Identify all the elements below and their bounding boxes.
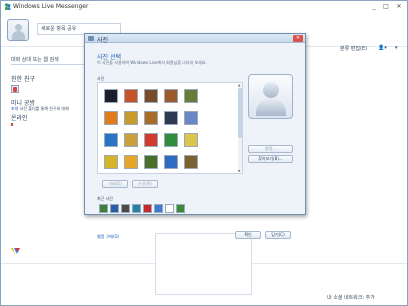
browse-button[interactable]: 찾아보기(B)... <box>248 155 293 163</box>
social-network-label[interactable]: 내 소셜 네트워크: 추가 <box>327 294 375 301</box>
picture-tile[interactable] <box>144 89 158 103</box>
dialog-description: 이 사진을 사용하여 Windows Live에서 회원님을 나타내 보세요. <box>97 60 207 65</box>
picture-tile[interactable] <box>164 111 178 125</box>
menu-dropdown-icon[interactable]: ▾ <box>395 45 398 51</box>
picture-tile[interactable] <box>104 155 118 169</box>
avatar[interactable] <box>7 19 29 41</box>
window-title: Windows Live Messenger <box>13 3 89 10</box>
dialog-title-bar: 사진 ✕ <box>85 34 305 44</box>
recent-picture-tile[interactable] <box>143 204 152 213</box>
picture-tile[interactable] <box>124 133 138 147</box>
dialog-title: 사진 <box>97 37 109 44</box>
recent-picture-tile[interactable] <box>99 204 108 213</box>
group-close-friends[interactable]: 친한 친구 <box>11 74 35 83</box>
picture-tile[interactable] <box>104 89 118 103</box>
picture-tile[interactable] <box>164 133 178 147</box>
close-button[interactable]: ✕ <box>393 2 405 11</box>
picture-tile[interactable] <box>124 89 138 103</box>
cancel-button[interactable]: 닫기(C) <box>265 231 291 239</box>
recent-picture-tile[interactable] <box>110 204 119 213</box>
scroll-down-icon[interactable]: ▼ <box>238 169 240 173</box>
webcam-button[interactable]: 웹캠... <box>248 145 293 153</box>
online-indicator <box>11 123 13 126</box>
recent-picture-tile[interactable] <box>154 204 163 213</box>
status-bar: 내 소셜 네트워크: 추가 <box>1 289 407 305</box>
search-underline <box>11 64 95 65</box>
picture-tile[interactable] <box>104 133 118 147</box>
invite-text: 초대 사진 폴더를 통해 친구와 대화 <box>11 106 69 112</box>
title-bar: Windows Live Messenger _ □ ✕ <box>1 1 407 12</box>
invite-link[interactable]: 초대 <box>11 106 18 111</box>
grid-scrollbar-thumb[interactable] <box>238 88 242 138</box>
ok-button[interactable]: 확인 <box>235 231 261 239</box>
recent-picture-tile[interactable] <box>176 204 185 213</box>
preview-head <box>263 82 279 98</box>
picture-tile[interactable] <box>104 111 118 125</box>
profile-area: 새로운 항목 공유 <box>7 19 121 41</box>
msn-logo-icon <box>11 248 20 254</box>
delete-button[interactable]: 삭제(D) <box>102 180 128 188</box>
maximize-button[interactable]: □ <box>381 2 391 11</box>
picture-tile[interactable] <box>184 155 198 169</box>
edit-button[interactable]: 수정(M) <box>132 180 158 188</box>
search-input[interactable]: 대화 상대 또는 웹 검색 <box>11 56 59 63</box>
picture-dialog: 사진 ✕ 사진 선택 이 사진을 사용하여 Windows Live에서 회원님… <box>84 33 306 239</box>
picture-tile[interactable] <box>184 89 198 103</box>
picture-preview <box>248 74 293 119</box>
recent-picture-tile[interactable] <box>132 204 141 213</box>
recent-picture-tile[interactable] <box>121 204 130 213</box>
contact-icon-mark <box>13 87 17 92</box>
picture-tile[interactable] <box>124 155 138 169</box>
avatar-body <box>12 31 25 40</box>
picture-tile[interactable] <box>124 111 138 125</box>
invite-description: 사진 폴더를 통해 친구와 대화 <box>19 106 69 111</box>
picture-tile[interactable] <box>144 155 158 169</box>
scroll-up-icon[interactable]: ▲ <box>238 83 240 87</box>
dialog-close-button[interactable]: ✕ <box>293 35 303 42</box>
picture-tile[interactable] <box>184 111 198 125</box>
picture-icon <box>88 36 94 41</box>
messenger-icon <box>4 3 11 10</box>
contact-icon <box>11 85 19 93</box>
messenger-window: Windows Live Messenger _ □ ✕ 새로운 항목 공유 대… <box>0 0 408 306</box>
recent-section-label: 최근 사진 <box>97 196 113 201</box>
picture-grid <box>97 82 243 174</box>
picture-tile[interactable] <box>144 133 158 147</box>
minimize-button[interactable]: _ <box>369 2 379 11</box>
add-contact-icon[interactable]: 👤▾ <box>378 45 387 51</box>
recent-picture-tile[interactable] <box>165 204 174 213</box>
picture-tile[interactable] <box>164 89 178 103</box>
picture-tile[interactable] <box>164 155 178 169</box>
preview-body <box>256 98 286 116</box>
ad-panel[interactable] <box>155 233 252 295</box>
buy-webcam-link[interactable]: 웹캠 구매(D) <box>97 234 119 240</box>
picture-tile[interactable] <box>184 133 198 147</box>
picture-tile[interactable] <box>144 111 158 125</box>
toolbar-options-label[interactable]: 분류 편집(E) <box>340 45 367 52</box>
group-online[interactable]: 온라인 <box>11 113 28 122</box>
avatar-head <box>15 24 22 31</box>
